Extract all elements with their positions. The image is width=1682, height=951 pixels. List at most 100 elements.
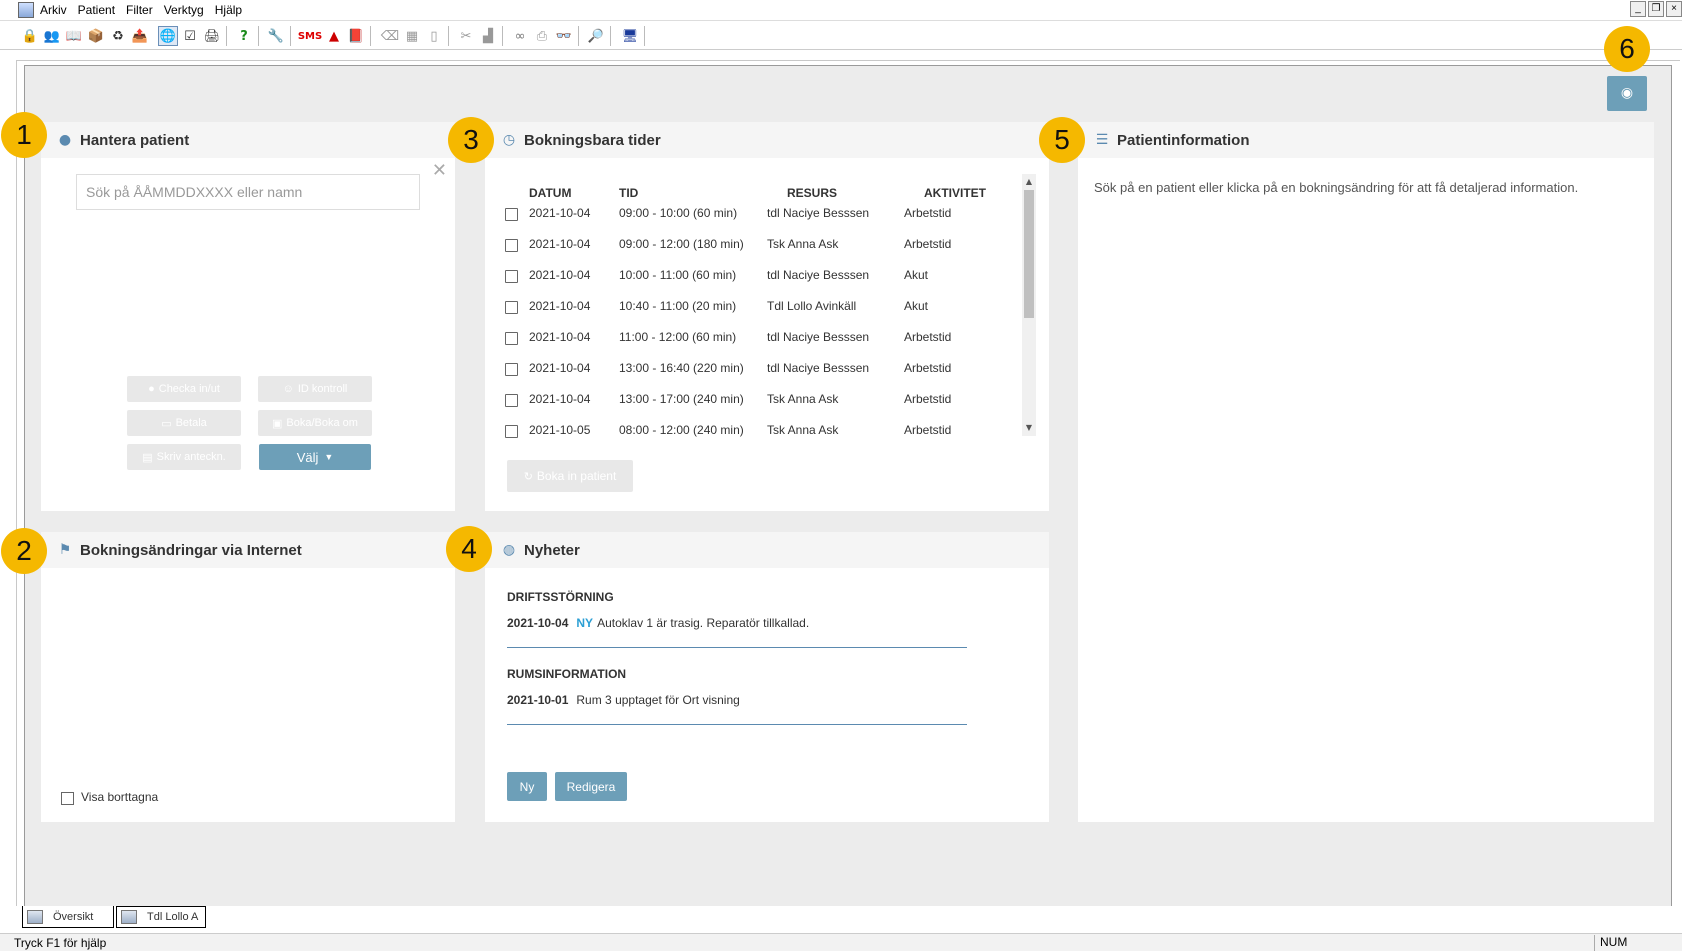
row-checkbox[interactable]	[505, 270, 518, 283]
toolbar-separator	[578, 26, 579, 46]
redigera-button[interactable]: Redigera	[555, 772, 627, 801]
package-icon[interactable]: 📦	[86, 26, 106, 46]
menu-hjalp[interactable]: Hjälp	[215, 3, 251, 17]
caret-down-icon: ▼	[324, 452, 334, 462]
panel-header: ◍ Nyheter	[485, 532, 1049, 568]
row-checkbox[interactable]	[505, 425, 518, 438]
betala-button[interactable]: ▭ Betala	[127, 410, 241, 436]
tools-icon[interactable]: 🔧	[266, 26, 286, 46]
menu-items: Arkiv Patient Filter Verktyg Hjälp	[40, 3, 253, 17]
calendar-icon[interactable]: 📖	[64, 26, 84, 46]
menu-verktyg[interactable]: Verktyg	[164, 3, 213, 17]
row-cell: Arbetstid	[904, 237, 952, 251]
row-checkbox[interactable]	[505, 394, 518, 407]
close-icon[interactable]: ✕	[432, 160, 447, 181]
row-cell: tdl Naciye Besssen	[767, 268, 870, 282]
booking-row[interactable]: 2021-10-04 13:00 - 16:40 (220 min) tdl Nac…	[505, 354, 975, 383]
scrollbar[interactable]: ▲ ▼	[1022, 174, 1036, 436]
magnifier-icon[interactable]: 🔎	[586, 26, 606, 46]
booking-row[interactable]: 2021-10-04 09:00 - 12:00 (180 min) Tsk Ann…	[505, 230, 975, 259]
grid-icon[interactable]: ▦	[402, 26, 422, 46]
minimize-button[interactable]: _	[1630, 1, 1646, 17]
pdf-icon[interactable]: ▲	[324, 26, 344, 46]
person-globe-icon[interactable]: 🌐	[158, 26, 178, 46]
row-cell: 09:00 - 12:00 (180 min)	[619, 237, 744, 251]
scroll-up-icon[interactable]: ▲	[1024, 176, 1034, 188]
callout-badge-6: 6	[1604, 26, 1650, 72]
boka-in-patient-button[interactable]: ↻ Boka in patient	[507, 460, 633, 492]
booking-row[interactable]: 2021-10-04 10:00 - 11:00 (60 min) tdl Naci…	[505, 261, 975, 290]
lock-icon[interactable]: 🔒	[20, 26, 40, 46]
row-cell: 2021-10-04	[529, 330, 591, 344]
tab-patient[interactable]: Tdl Lollo A	[116, 906, 206, 928]
id-icon: ☺	[282, 383, 294, 395]
row-checkbox[interactable]	[505, 208, 518, 221]
boka-button[interactable]: ▣ Boka/Boka om	[258, 410, 372, 436]
print-user-icon[interactable]: 🖨	[202, 26, 222, 46]
patients-icon[interactable]: 👥	[42, 26, 62, 46]
menu-arkiv[interactable]: Arkiv	[40, 3, 76, 17]
row-cell: tdl Naciye Besssen	[767, 361, 870, 375]
eye-toggle-button[interactable]: ◉	[1607, 76, 1647, 111]
search-input[interactable]: Sök på ÅÅMMDDXXXX eller namn	[76, 174, 420, 210]
row-cell: Arbetstid	[904, 392, 952, 406]
checklist-icon[interactable]: ☑	[180, 26, 200, 46]
column-header-datum: DATUM	[529, 186, 572, 200]
tab-oversikt[interactable]: Översikt	[22, 906, 114, 928]
globe-icon: ◍	[502, 542, 516, 558]
monitor-icon[interactable]: 🖥	[620, 26, 640, 46]
scroll-down-icon[interactable]: ▼	[1024, 422, 1034, 434]
row-cell: 13:00 - 16:40 (220 min)	[619, 361, 744, 375]
id-kontroll-button[interactable]: ☺ ID kontroll	[258, 376, 372, 402]
panel-header: ● Hantera patient	[41, 122, 455, 158]
checka-button[interactable]: ● Checka in/ut	[127, 376, 241, 402]
help-icon[interactable]: ?	[234, 26, 254, 46]
booking-row[interactable]: 2021-10-04 10:40 - 11:00 (20 min) Tdl Loll…	[505, 292, 975, 321]
news-item[interactable]: 2021-10-04 NY Autoklav 1 är trasig. Repara…	[507, 616, 809, 630]
tab-label: Tdl Lollo A	[147, 911, 199, 923]
row-checkbox[interactable]	[505, 239, 518, 252]
panel-header: ☰ Patientinformation	[1078, 122, 1654, 158]
refresh-icon: ↻	[523, 470, 533, 483]
glasses-icon[interactable]: 👓	[554, 26, 574, 46]
user-icon: ●	[148, 383, 155, 395]
row-cell: 13:00 - 17:00 (240 min)	[619, 392, 744, 406]
toolbar-separator	[448, 26, 449, 46]
news-new-tag: NY	[576, 616, 594, 630]
panel-header: ⚑ Bokningsändringar via Internet	[41, 532, 455, 568]
news-category: DRIFTSSTÖRNING	[507, 590, 614, 604]
booking-row[interactable]: 2021-10-04 11:00 - 12:00 (60 min) tdl Naci…	[505, 323, 975, 352]
export-icon[interactable]: 📤	[130, 26, 150, 46]
paste-icon[interactable]: ▟	[478, 26, 498, 46]
binoculars-icon[interactable]: ∞	[510, 26, 530, 46]
menu-filter[interactable]: Filter	[126, 3, 162, 17]
valj-dropdown[interactable]: Välj ▼	[259, 444, 371, 470]
row-cell: 2021-10-04	[529, 361, 591, 375]
booking-row[interactable]: 2021-10-04 09:00 - 10:00 (60 min) tdl Naci…	[505, 199, 975, 228]
ny-button[interactable]: Ny	[507, 772, 547, 801]
refresh-icon[interactable]: ♻	[108, 26, 128, 46]
app-icon[interactable]	[18, 2, 34, 18]
book-icon[interactable]: 📕	[346, 26, 366, 46]
divider	[507, 647, 967, 648]
book-open-icon[interactable]: ▯	[424, 26, 444, 46]
eraser-icon[interactable]: ⌫	[380, 26, 400, 46]
visa-borttagna-checkbox[interactable]	[61, 792, 74, 805]
menu-patient[interactable]: Patient	[78, 3, 124, 17]
toolbar-separator	[502, 26, 503, 46]
row-checkbox[interactable]	[505, 332, 518, 345]
news-item[interactable]: 2021-10-01 Rum 3 upptaget för Ort visning	[507, 693, 740, 707]
row-cell: 2021-10-04	[529, 299, 591, 313]
sms-icon[interactable]: SMS	[298, 26, 322, 46]
close-window-button[interactable]: ×	[1666, 1, 1682, 17]
scissors-icon[interactable]: ✂	[456, 26, 476, 46]
printer-icon[interactable]: ⎙	[532, 26, 552, 46]
row-checkbox[interactable]	[505, 301, 518, 314]
scroll-thumb[interactable]	[1024, 190, 1034, 318]
booking-row[interactable]: 2021-10-04 13:00 - 17:00 (240 min) Tsk Ann…	[505, 385, 975, 414]
booking-row[interactable]: 2021-10-05 08:00 - 12:00 (240 min) Tsk Ann…	[505, 416, 975, 445]
row-checkbox[interactable]	[505, 363, 518, 376]
row-cell: 09:00 - 10:00 (60 min)	[619, 206, 738, 220]
restore-button[interactable]: ❐	[1648, 1, 1664, 17]
skriv-anteckning-button[interactable]: ▤ Skriv anteckn.	[127, 444, 241, 470]
